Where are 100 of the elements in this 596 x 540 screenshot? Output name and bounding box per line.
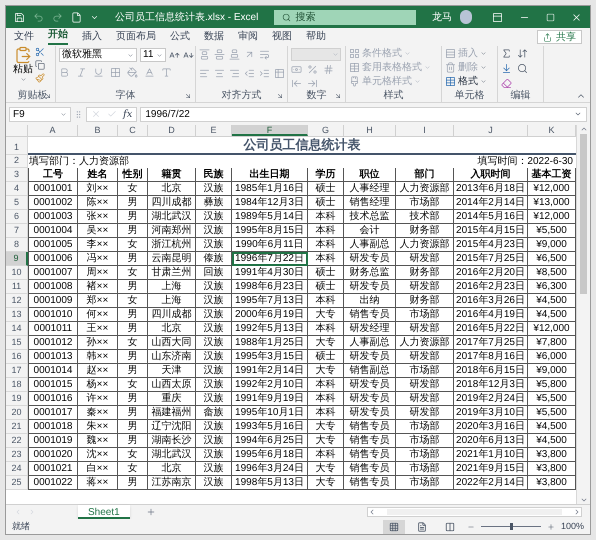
- ribbon-tab[interactable]: 帮助: [306, 30, 326, 45]
- formula-field[interactable]: 1996/7/22: [140, 106, 587, 122]
- zoom-slider[interactable]: [480, 523, 541, 530]
- horizontal-scrollbar[interactable]: [367, 507, 582, 517]
- caret-icon[interactable]: [574, 110, 582, 118]
- row-header[interactable]: 10: [6, 266, 28, 280]
- grow-font-icon[interactable]: [169, 50, 180, 60]
- ribbon-tab[interactable]: 页面布局: [116, 30, 156, 45]
- new-file-icon[interactable]: [71, 12, 82, 22]
- save-icon[interactable]: [14, 12, 25, 22]
- row-header[interactable]: 18: [6, 378, 28, 392]
- fill-icon[interactable]: [501, 63, 512, 74]
- column-header[interactable]: C: [118, 125, 148, 136]
- align-middle-icon[interactable]: [214, 49, 225, 60]
- row-header[interactable]: 25: [6, 476, 28, 490]
- undo-icon[interactable]: [33, 12, 44, 22]
- row-header[interactable]: 1: [6, 137, 28, 155]
- bold-icon[interactable]: [59, 67, 70, 78]
- scissors-icon[interactable]: [35, 47, 45, 57]
- paste-button[interactable]: 粘贴: [13, 46, 33, 83]
- row-header[interactable]: 16: [6, 350, 28, 364]
- align-bottom-icon[interactable]: [229, 49, 240, 60]
- dialog-launcher-icon[interactable]: [276, 92, 284, 100]
- row-header[interactable]: 14: [6, 322, 28, 336]
- dialog-launcher-icon[interactable]: [334, 92, 342, 100]
- shrink-font-icon[interactable]: [183, 50, 194, 60]
- add-sheet-icon[interactable]: [146, 507, 156, 517]
- align-center-icon[interactable]: [214, 68, 225, 79]
- ribbon-tab[interactable]: 文件: [14, 30, 34, 45]
- zoom-in-icon[interactable]: [546, 522, 555, 530]
- ribbon-tab[interactable]: 审阅: [238, 30, 258, 45]
- redo-icon[interactable]: [52, 12, 63, 22]
- column-header[interactable]: J: [454, 125, 528, 136]
- caret-icon[interactable]: [156, 52, 163, 58]
- column-header[interactable]: G: [308, 125, 344, 136]
- scroll-up-icon[interactable]: [580, 125, 588, 133]
- row-header[interactable]: 21: [6, 420, 28, 434]
- row-header[interactable]: 4: [6, 182, 28, 196]
- dialog-launcher-icon[interactable]: [184, 92, 192, 100]
- row-header[interactable]: 22: [6, 434, 28, 448]
- cells-menu-button[interactable]: 格式: [445, 75, 487, 88]
- percent-icon[interactable]: [307, 64, 318, 75]
- row-header[interactable]: 8: [6, 238, 28, 252]
- merge-cells-icon[interactable]: [274, 68, 285, 79]
- ribbon-tab[interactable]: 数据: [204, 30, 224, 45]
- previous-sheet-icon[interactable]: [14, 508, 22, 516]
- column-header[interactable]: H: [344, 125, 396, 136]
- next-sheet-icon[interactable]: [28, 508, 36, 516]
- eraser-icon[interactable]: [501, 78, 512, 89]
- view-button[interactable]: [382, 520, 405, 534]
- caret-icon[interactable]: [60, 110, 67, 118]
- row-header[interactable]: 20: [6, 406, 28, 420]
- row-header[interactable]: 5: [6, 196, 28, 210]
- copy-icon[interactable]: [35, 60, 45, 70]
- row-header[interactable]: 7: [6, 224, 28, 238]
- sheet-tab[interactable]: Sheet1: [78, 505, 130, 519]
- fill-color-icon[interactable]: [127, 67, 138, 78]
- row-header[interactable]: 24: [6, 462, 28, 476]
- share-icon[interactable]: [543, 32, 552, 42]
- row-header[interactable]: 11: [6, 280, 28, 294]
- increase-decimal-icon[interactable]: [291, 78, 302, 89]
- cancel-icon[interactable]: [91, 109, 101, 119]
- wrap-text-icon[interactable]: [259, 49, 270, 60]
- row-header[interactable]: 3: [6, 168, 28, 182]
- orientation-icon[interactable]: [244, 49, 255, 60]
- scroll-down-icon[interactable]: [580, 496, 588, 504]
- column-header[interactable]: B: [78, 125, 118, 136]
- search-input[interactable]: 搜索: [295, 10, 396, 24]
- ribbon-tab[interactable]: 插入: [82, 30, 102, 45]
- autosum-icon[interactable]: [501, 48, 512, 59]
- scroll-right-icon[interactable]: [573, 508, 581, 516]
- font-color-icon[interactable]: [144, 67, 155, 78]
- ribbon-tab[interactable]: 视图: [272, 30, 292, 45]
- scroll-left-icon[interactable]: [368, 508, 376, 516]
- ribbon-display-icon[interactable]: [492, 12, 503, 22]
- column-header[interactable]: I: [396, 125, 454, 136]
- decrease-decimal-icon[interactable]: [307, 78, 318, 89]
- enter-icon[interactable]: [107, 109, 117, 119]
- caret-icon[interactable]: [20, 76, 26, 83]
- row-header[interactable]: 17: [6, 364, 28, 378]
- underline-icon[interactable]: [93, 67, 104, 78]
- row-header[interactable]: 15: [6, 336, 28, 350]
- row-header[interactable]: 23: [6, 448, 28, 462]
- insert-function-button[interactable]: fx: [123, 106, 132, 122]
- indent-increase-icon[interactable]: [259, 68, 270, 79]
- align-right-icon[interactable]: [229, 68, 240, 79]
- close-icon[interactable]: [571, 12, 582, 22]
- column-header[interactable]: A: [28, 125, 78, 136]
- share-button[interactable]: 共享: [537, 30, 582, 44]
- italic-icon[interactable]: [76, 67, 87, 78]
- sort-filter-icon[interactable]: [517, 48, 528, 59]
- text-style-icon[interactable]: [161, 67, 172, 78]
- name-box[interactable]: F9: [9, 106, 71, 122]
- column-header[interactable]: D: [148, 125, 196, 136]
- clipboard-icon[interactable]: [14, 46, 32, 64]
- caret-icon[interactable]: [127, 52, 134, 58]
- font-name-dropdown[interactable]: 微软雅黑: [59, 48, 137, 62]
- align-left-icon[interactable]: [199, 68, 210, 79]
- maximize-icon[interactable]: [546, 12, 555, 22]
- search-icon[interactable]: [517, 63, 528, 74]
